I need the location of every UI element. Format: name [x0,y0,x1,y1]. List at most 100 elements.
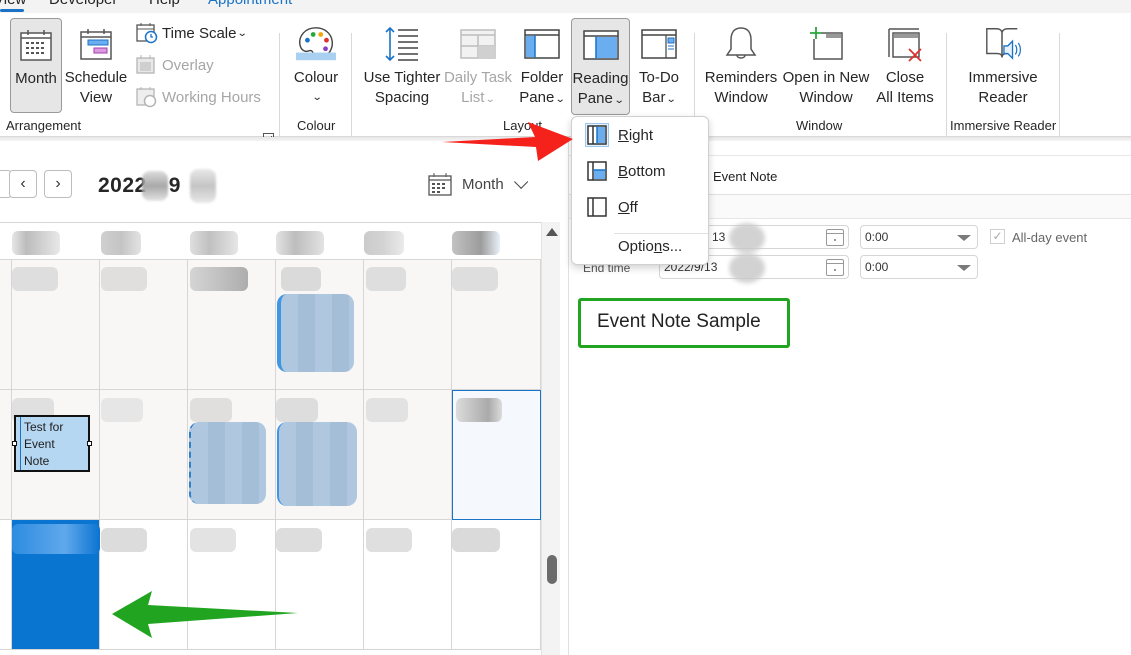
overlay-icon [136,55,155,74]
scrollbar-thumb[interactable] [547,555,557,584]
view-switcher-dropdown[interactable]: Month [428,172,528,196]
close-all-items-button[interactable]: Close All Items [872,18,938,113]
redacted-date [276,528,322,552]
calendar-day-cell[interactable] [0,520,12,650]
redacted-date [456,398,502,422]
redacted-date [190,528,236,552]
menu-item-off[interactable]: Off [572,191,708,223]
tab-appointment[interactable]: Appointment [208,0,292,8]
previous-month-button[interactable]: ‹ [9,170,37,198]
working-hours-button: Working Hours [136,86,261,108]
schedule-view-label-1: Schedule [64,69,128,86]
use-tighter-spacing-button[interactable]: Use Tighter Spacing [362,18,442,113]
folder-pane-button[interactable]: Folder Pane⌄ [514,18,570,113]
dropdown-arrow-icon [957,235,971,241]
tab-help[interactable]: Help [149,0,180,8]
menu-item-bottom[interactable]: Bottom [572,155,708,187]
tab-developer[interactable]: Developer [49,0,117,8]
redacted-event[interactable] [277,422,357,506]
group-separator [1059,33,1060,145]
menu-item-right-label: Right [618,126,654,144]
close-all-icon [885,24,925,64]
redacted-weekday [452,231,500,255]
calendar-title: 2022 9 [98,174,181,198]
reading-pane-menu: Right Bottom Off Options... [571,116,709,265]
event-note-body[interactable]: Event Note Sample [578,298,790,348]
menu-item-options[interactable]: Options... [572,230,708,262]
date-picker-icon[interactable] [826,229,844,246]
folder-pane-label-1: Folder [520,69,564,86]
resize-handle-right[interactable] [87,441,92,446]
redacted-date [101,267,147,291]
resize-handle-left[interactable] [12,441,17,446]
working-hours-icon [136,87,157,108]
time-scale-label: Time Scale [162,24,237,42]
calendar-view: ‹ › 2022 9 Month [0,141,560,655]
overlay-button: Overlay [136,54,214,76]
reading-pane-off-icon [587,197,607,217]
end-time-dropdown[interactable]: 0:00 [860,255,978,279]
redacted-date [101,398,143,422]
reminders-label-1: Reminders [704,69,778,86]
daily-task-label-2: List [461,89,485,106]
schedule-view-button[interactable]: Schedule View [64,18,128,113]
calendar-day-cell[interactable] [0,390,12,520]
group-label-arrangement: Arrangement [6,118,82,133]
reading-pane-button[interactable]: Reading Pane⌄ [571,18,630,115]
redacted-weekday [190,231,238,255]
folder-pane-icon [522,24,562,64]
group-separator [946,33,947,145]
active-tab-indicator [0,9,24,12]
overlay-label: Overlay [162,56,214,74]
colour-button[interactable]: Colour ⌄ [288,18,344,113]
group-label-colour: Colour [297,118,336,133]
redacted-date [366,267,406,291]
redacted-date [452,528,500,552]
chevron-down-icon: ⌄ [666,94,678,105]
calendar-vertical-scrollbar[interactable] [541,222,560,655]
daily-task-label-1: Daily Task [443,69,513,86]
redacted-weekday [101,231,141,255]
new-window-icon [806,24,846,64]
redacted-event[interactable] [189,422,266,504]
calendar-title-month: 9 [168,174,181,197]
reminders-window-button[interactable]: Reminders Window [704,18,778,113]
event-title-line: Test for [24,420,64,434]
redacted-date [12,267,58,291]
redacted-event[interactable] [277,294,354,372]
group-label-layout: Layout [503,118,543,133]
start-date-value: 13 [712,230,726,244]
todo-bar-button[interactable]: To-Do Bar⌄ [632,18,686,113]
chevron-right-icon: › [55,175,61,192]
immersive-reader-label-2: Reader [978,89,1028,106]
date-picker-icon[interactable] [826,259,844,276]
bell-icon [721,24,761,64]
open-new-label-1: Open in New [782,69,870,86]
open-in-new-window-button[interactable]: Open in New Window [782,18,870,113]
all-day-checkbox[interactable]: ✓ [990,229,1005,244]
end-time-value: 0:00 [865,260,889,274]
month-view-button[interactable]: Month [10,18,62,113]
next-month-button[interactable]: › [44,170,72,198]
tab-view[interactable]: View [0,0,26,8]
menu-item-right[interactable]: Right [572,119,708,151]
start-time-dropdown[interactable]: 0:00 [860,225,978,249]
redacted-date [190,398,232,422]
calendar-month-icon [16,25,56,65]
dropdown-arrow-icon [957,265,971,271]
redacted-date [281,267,321,291]
ribbon: Month Schedule View Time Scale ⌄ Overlay… [0,13,1131,145]
reading-pane-right-icon [585,123,609,147]
immersive-reader-label-1: Immersive [968,69,1038,86]
todo-bar-label-1: To-Do [638,69,679,86]
redacted-text [142,171,168,201]
time-scale-button[interactable]: Time Scale ⌄ [136,22,248,44]
scroll-up-arrow-icon[interactable] [546,228,558,236]
schedule-view-label-2: View [79,89,113,106]
redacted-text [729,223,765,253]
month-view-label: Month [15,70,57,87]
immersive-reader-button[interactable]: Immersive Reader [962,18,1044,113]
chevron-down-icon [513,174,528,189]
selected-event-card[interactable]: Test for Event Note [12,415,92,472]
calendar-day-cell[interactable] [0,260,12,390]
